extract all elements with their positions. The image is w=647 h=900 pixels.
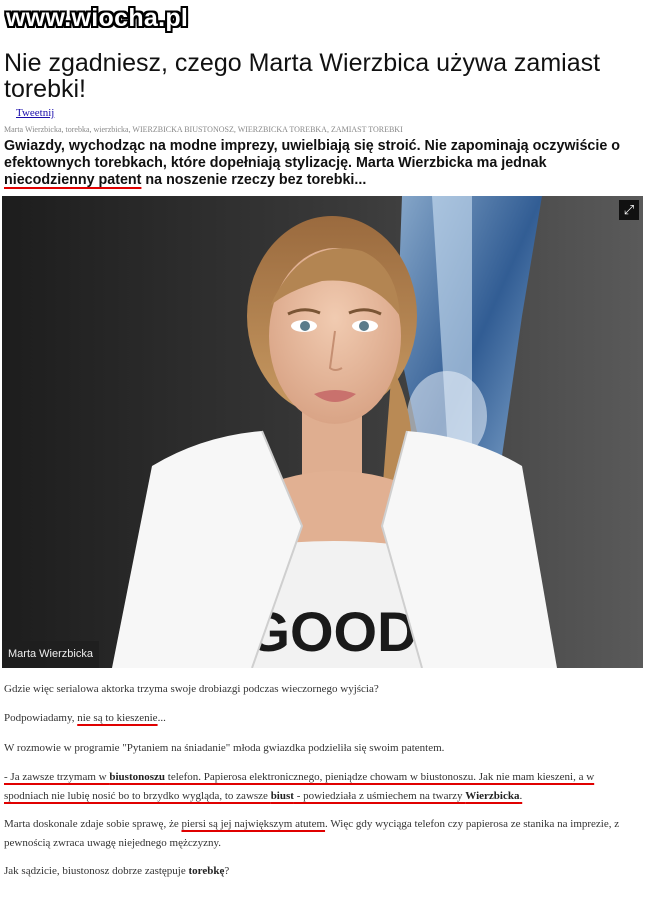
paragraph-5: Marta doskonale zdaje sobie sprawę, że p… <box>4 815 640 853</box>
quote-bold-3: Wierzbicka <box>465 790 520 802</box>
article-photo[interactable]: GOOD ⤢ <box>2 196 643 668</box>
paragraph-2-underlined: nie są to kieszenie <box>77 712 158 724</box>
paragraph-6: Jak sądzicie, biustonosz dobrze zastępuj… <box>4 862 640 881</box>
quote-paragraph: - Ja zawsze trzymam w biustonoszu telefo… <box>4 768 640 806</box>
photo-illustration: GOOD <box>2 196 643 668</box>
lead-text: Gwiazdy, wychodząc na modne imprezy, uwi… <box>4 138 621 171</box>
paragraph-5-underlined: piersi są jej największym atutem <box>181 818 326 830</box>
expand-arrows-icon[interactable]: ⤢ <box>619 200 639 220</box>
paragraph-2: Podpowiadamy, nie są to kieszenie... <box>4 709 640 728</box>
article-title: Nie zgadniesz, czego Marta Wierzbica uży… <box>4 49 601 103</box>
lead-text-end: na noszenie rzeczy bez torebki... <box>141 172 367 188</box>
article-tags: Marta Wierzbicka, torebka, wierzbicka, W… <box>4 125 403 134</box>
quote-text-d: - powiedziała z uśmiechem na twarzy <box>293 790 466 802</box>
photo-caption: Marta Wierzbicka <box>2 641 99 668</box>
quote-text-a: - Ja zawsze trzymam w <box>4 771 110 783</box>
paragraph-6-bold: torebkę <box>188 865 225 877</box>
paragraph-3: W rozmowie w programie "Pytaniem na śnia… <box>4 742 445 754</box>
site-watermark: www.wiocha.pl <box>6 4 189 32</box>
paragraph-1: Gdzie więc serialowa aktorka trzyma swoj… <box>4 683 379 695</box>
article-lead: Gwiazdy, wychodząc na modne imprezy, uwi… <box>4 138 639 189</box>
lead-underlined-text: niecodzienny patent <box>4 172 142 188</box>
paragraph-5-text: Marta doskonale zdaje sobie sprawę, że <box>4 818 182 830</box>
paragraph-2-text: Podpowiadamy, <box>4 712 78 724</box>
quote-text-e: . <box>519 790 523 802</box>
tweet-link[interactable]: Tweetnij <box>16 107 54 119</box>
paragraph-6-end: ? <box>224 865 230 877</box>
quote-bold-2: biust <box>270 790 294 802</box>
paragraph-6-text: Jak sądzicie, biustonosz dobrze zastępuj… <box>4 865 189 877</box>
paragraph-2-end: ... <box>157 712 166 724</box>
quote-bold-1: biustonoszu <box>109 771 166 783</box>
